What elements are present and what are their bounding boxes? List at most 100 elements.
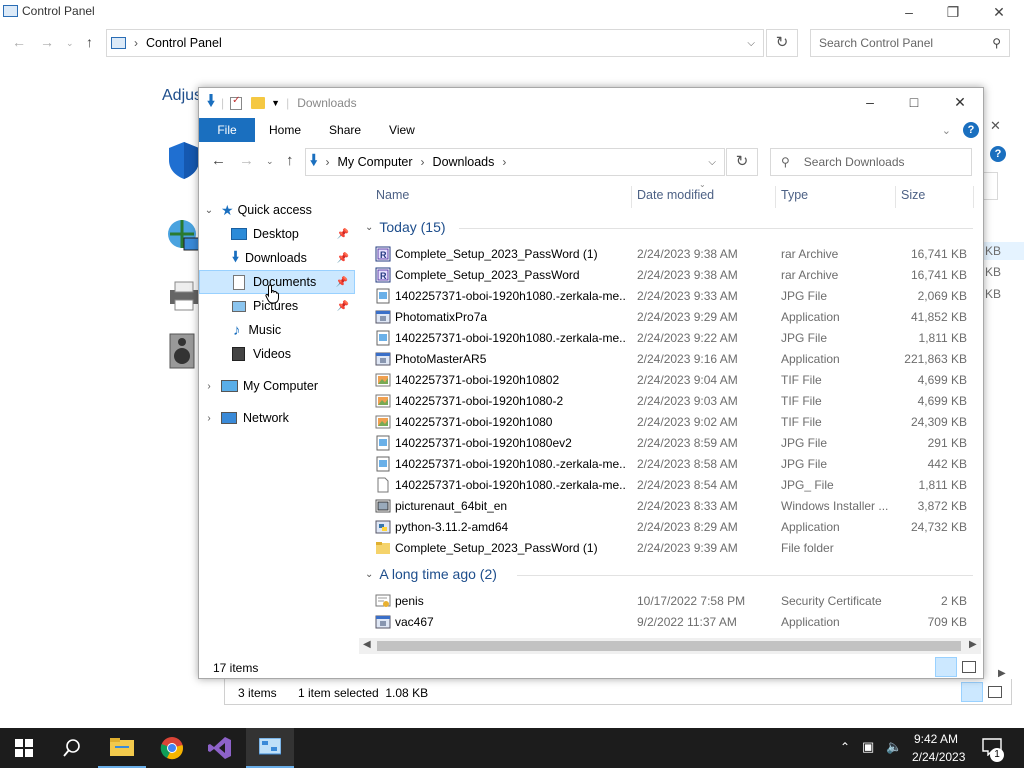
refresh-button[interactable]: ↻ (726, 148, 758, 176)
nav-music[interactable]: ♪ Music (199, 318, 355, 342)
sound-speaker-icon[interactable] (166, 330, 202, 369)
column-separator[interactable] (895, 186, 896, 208)
nav-my-computer[interactable]: › My Computer (199, 374, 355, 398)
address-bar[interactable]: 🠛 › My Computer › Downloads › ⌵ (305, 148, 725, 176)
recent-chevron-icon[interactable]: ⌄ (66, 38, 74, 49)
tab-file[interactable]: File (199, 118, 255, 142)
pin-icon[interactable]: 📌 (337, 301, 349, 312)
expand-ribbon-icon[interactable]: ⌄ (942, 124, 951, 137)
file-row[interactable]: vac467 9/2/2022 11:37 AM Application 709 KB (375, 611, 975, 632)
file-row[interactable]: penis 10/17/2022 7:58 PM Security Certific… (375, 590, 975, 611)
nav-quick-access[interactable]: ⌄ ★ Quick access (199, 198, 355, 222)
help-icon[interactable]: ? (963, 122, 979, 138)
large-icons-view-icon[interactable] (962, 661, 976, 673)
nav-downloads[interactable]: 🠛 Downloads 📌 (199, 246, 355, 270)
show-hidden-icons-chevron[interactable]: ⌃ (840, 740, 850, 754)
taskbar-file-explorer[interactable] (98, 728, 146, 768)
forward-icon[interactable]: → (239, 152, 254, 169)
clock-date[interactable]: 2/24/2023 (912, 750, 965, 764)
pin-icon[interactable]: 📌 (336, 277, 348, 288)
file-row[interactable]: R Complete_Setup_2023_PassWord 2/24/2023 9… (375, 264, 975, 285)
file-row[interactable]: PhotomatixPro7a 2/24/2023 9:29 AM Applicat… (375, 306, 975, 327)
file-row[interactable]: 1402257371-oboi-1920h1080.-zerkala-me...… (375, 327, 975, 348)
scroll-left-icon[interactable]: ◀ (363, 639, 371, 650)
close-button[interactable]: ✕ (937, 88, 983, 116)
breadcrumb-downloads[interactable]: Downloads (433, 155, 495, 169)
forward-icon[interactable]: → (40, 34, 54, 50)
customize-toolbar-icon[interactable]: ▼ (271, 98, 280, 108)
address-crumb[interactable]: Control Panel (146, 36, 222, 50)
details-view-icon[interactable] (935, 657, 957, 677)
collapse-chevron-icon[interactable]: ⌄ (365, 569, 373, 580)
tab-share[interactable]: Share (315, 118, 375, 142)
back-icon[interactable]: ← (12, 34, 26, 50)
taskbar-control-panel[interactable] (246, 728, 294, 768)
network-tray-icon[interactable]: ▣ (862, 739, 874, 755)
new-folder-icon[interactable] (251, 97, 266, 109)
expand-chevron-icon[interactable]: › (203, 381, 215, 392)
details-view-icon[interactable] (961, 682, 983, 702)
back-icon[interactable]: ← (211, 152, 226, 169)
group-long-time-ago[interactable]: ⌄ A long time ago (2) (365, 566, 497, 582)
horizontal-scrollbar[interactable]: ◀ ▶ (359, 638, 981, 654)
column-size[interactable]: Size (901, 188, 925, 206)
control-panel-search-input[interactable]: Search Control Panel ⚲ (810, 29, 1010, 57)
column-date-modified[interactable]: Date modified (637, 188, 714, 206)
large-icons-view-icon[interactable] (988, 686, 1002, 698)
file-row[interactable]: 1402257371-oboi-1920h10802 2/24/2023 9:04… (375, 369, 975, 390)
start-button[interactable] (0, 728, 48, 768)
up-icon[interactable]: ↑ (286, 152, 294, 169)
pin-icon[interactable]: 📌 (337, 253, 349, 264)
expand-chevron-icon[interactable]: › (203, 413, 215, 424)
recent-chevron-icon[interactable]: ⌄ (266, 156, 274, 167)
clock-time[interactable]: 9:42 AM (914, 732, 958, 746)
file-row[interactable]: R Complete_Setup_2023_PassWord (1) 2/24/20… (375, 243, 975, 264)
close-icon[interactable]: ✕ (990, 118, 1001, 134)
column-type[interactable]: Type (781, 188, 808, 206)
network-globe-icon[interactable] (166, 218, 202, 254)
file-row[interactable]: 1402257371-oboi-1920h1080.-zerkala-me...… (375, 474, 975, 495)
nav-desktop[interactable]: Desktop 📌 (199, 222, 355, 246)
column-separator[interactable] (631, 186, 632, 208)
column-name[interactable]: Name (376, 188, 409, 206)
file-row[interactable]: 1402257371-oboi-1920h1080ev2 2/24/2023 8:… (375, 432, 975, 453)
nav-videos[interactable]: Videos (199, 342, 355, 366)
chevron-down-icon[interactable]: ⌵ (708, 157, 716, 168)
group-today[interactable]: ⌄ Today (15) (365, 219, 446, 235)
file-row[interactable]: 1402257371-oboi-1920h1080-2 2/24/2023 9:0… (375, 390, 975, 411)
help-icon[interactable]: ? (990, 146, 1006, 162)
volume-icon[interactable]: 🔈 (886, 739, 902, 755)
pin-icon[interactable]: 📌 (337, 229, 349, 240)
maximize-button[interactable]: ❐ (930, 0, 976, 24)
search-button[interactable] (48, 728, 96, 768)
chevron-down-icon[interactable]: ⌵ (747, 38, 755, 49)
up-icon[interactable]: ↑ (86, 34, 93, 50)
file-row[interactable]: 1402257371-oboi-1920h1080 2/24/2023 9:02 … (375, 411, 975, 432)
close-button[interactable]: ✕ (976, 0, 1022, 24)
search-downloads-input[interactable]: ⚲ Search Downloads (770, 148, 972, 176)
file-row[interactable]: picturenaut_64bit_en 2/24/2023 8:33 AM Win… (375, 495, 975, 516)
taskbar-chrome[interactable] (148, 728, 196, 768)
scroll-right-icon[interactable]: ▶ (969, 639, 977, 650)
minimize-button[interactable]: – (847, 88, 893, 116)
security-shield-icon[interactable] (166, 140, 202, 179)
file-row[interactable]: Complete_Setup_2023_PassWord (1) 2/24/202… (375, 537, 975, 558)
scroll-right-icon[interactable]: ▶ (998, 668, 1006, 679)
file-row[interactable]: 1402257371-oboi-1920h1080.-zerkala-me...… (375, 285, 975, 306)
file-row[interactable]: PhotoMasterAR5 2/24/2023 9:16 AM Applicati… (375, 348, 975, 369)
minimize-button[interactable]: – (886, 0, 932, 24)
column-separator[interactable] (973, 186, 974, 208)
taskbar-visual-studio[interactable] (196, 728, 244, 768)
breadcrumb-my-computer[interactable]: My Computer (338, 155, 413, 169)
tab-view[interactable]: View (375, 118, 429, 142)
file-row[interactable]: 1402257371-oboi-1920h1080.-zerkala-me...… (375, 453, 975, 474)
collapse-chevron-icon[interactable]: ⌄ (365, 222, 373, 233)
printer-icon[interactable] (166, 278, 202, 314)
maximize-button[interactable]: □ (891, 88, 937, 116)
refresh-button[interactable]: ↻ (766, 29, 798, 57)
expand-chevron-icon[interactable]: ⌄ (203, 205, 215, 216)
column-separator[interactable] (775, 186, 776, 208)
file-row[interactable]: python-3.11.2-amd64 2/24/2023 8:29 AM Appl… (375, 516, 975, 537)
properties-icon[interactable]: ✓ (230, 95, 243, 110)
control-panel-address-bar[interactable]: › Control Panel ⌵ (106, 29, 764, 57)
